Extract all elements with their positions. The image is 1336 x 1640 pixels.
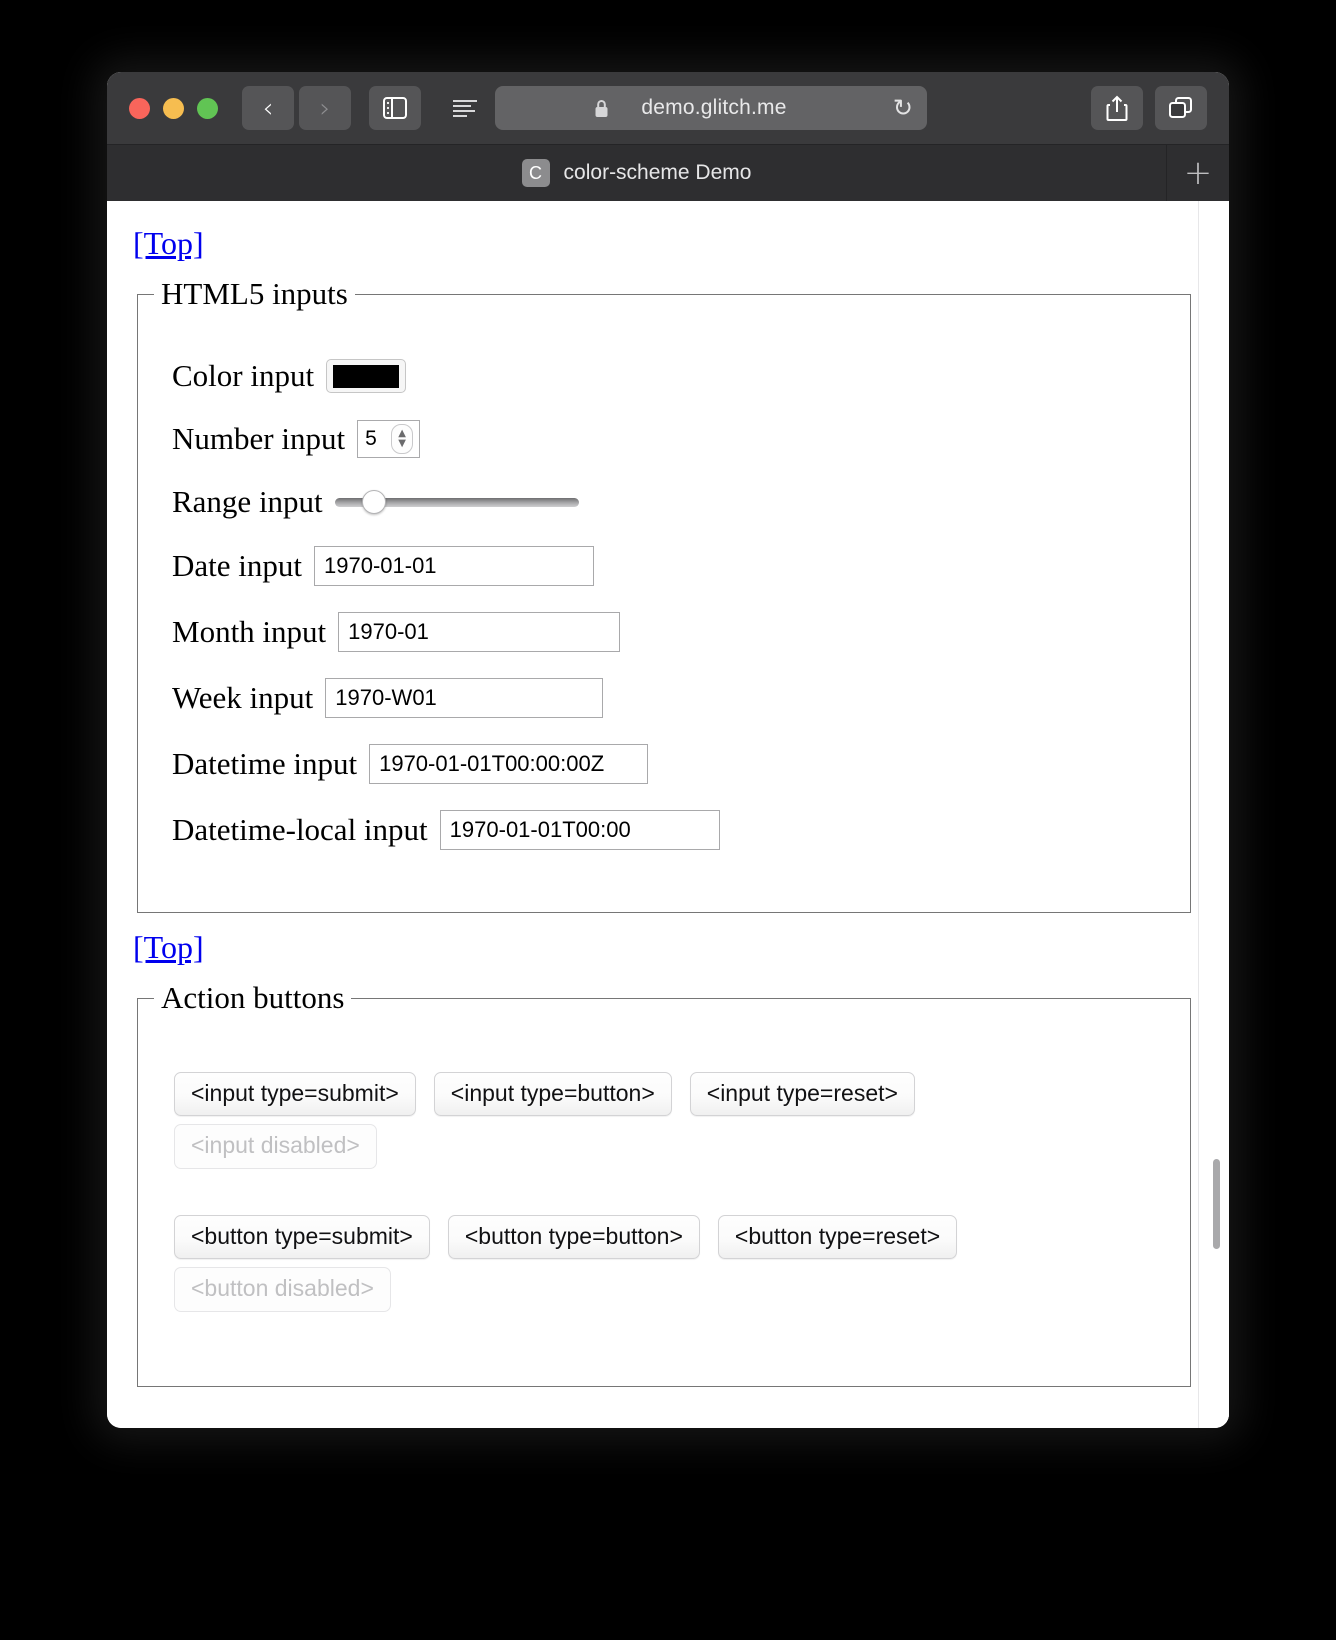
number-input-label: Number input bbox=[172, 421, 346, 456]
field-row-number: Number input 5 ▲ ▼ bbox=[172, 420, 1174, 458]
button-button-button[interactable]: <button type=button> bbox=[447, 1214, 700, 1260]
month-input-value: 1970-01 bbox=[348, 619, 429, 644]
week-input[interactable]: 1970-W01 bbox=[325, 678, 604, 718]
button-submit-button[interactable]: <button type=submit> bbox=[174, 1214, 430, 1260]
tab-bar: C color-scheme Demo + bbox=[107, 144, 1229, 201]
datetime-input-label: Datetime input bbox=[172, 746, 358, 781]
datetime-local-input-value: 1970-01-01T00:00 bbox=[449, 817, 631, 842]
navigation-buttons: ‹ › bbox=[242, 86, 351, 130]
button-reset-button[interactable]: <button type=reset> bbox=[717, 1214, 958, 1260]
field-row-date: Date input 1970-01-01 bbox=[172, 546, 1174, 586]
share-icon bbox=[1106, 95, 1128, 121]
window-controls bbox=[129, 97, 218, 119]
reload-icon[interactable]: ↻ bbox=[893, 96, 913, 120]
color-input-label: Color input bbox=[172, 358, 315, 393]
color-input[interactable] bbox=[326, 359, 407, 393]
sidebar-icon bbox=[383, 97, 407, 119]
page-scrollbar[interactable] bbox=[1198, 201, 1229, 1428]
top-anchor-link-2[interactable]: [Top] bbox=[133, 929, 204, 966]
page-viewport: [Top] HTML5 inputs Color input Number in… bbox=[107, 201, 1229, 1428]
scrollbar-thumb[interactable] bbox=[1213, 1158, 1220, 1249]
datetime-input[interactable]: 1970-01-01T00:00:00Z bbox=[369, 744, 649, 784]
stepper-down-icon: ▼ bbox=[398, 438, 406, 449]
button-disabled-row: <button disabled> bbox=[174, 1267, 1174, 1312]
tab-title: color-scheme Demo bbox=[563, 161, 752, 184]
site-favicon: C bbox=[521, 159, 550, 187]
input-disabled-button: <input disabled> bbox=[174, 1124, 377, 1169]
zoom-window-button[interactable] bbox=[197, 97, 218, 119]
sidebar-toggle-button[interactable] bbox=[369, 86, 421, 130]
action-buttons-fieldset: Action buttons <input type=submit> <inpu… bbox=[137, 980, 1191, 1387]
forward-arrow-icon: › bbox=[319, 92, 331, 124]
range-input-label: Range input bbox=[172, 484, 323, 519]
button-element-row: <button type=submit> <button type=button… bbox=[174, 1214, 1174, 1260]
close-window-button[interactable] bbox=[129, 97, 150, 119]
datetime-local-input[interactable]: 1970-01-01T00:00 bbox=[439, 810, 720, 850]
date-input[interactable]: 1970-01-01 bbox=[314, 546, 594, 586]
field-row-datetime-local: Datetime-local input 1970-01-01T00:00 bbox=[172, 810, 1174, 850]
safari-window: ‹ › demo.glitch.me ↻ C color-scheme Demo… bbox=[107, 72, 1229, 1428]
address-bar-url: demo.glitch.me bbox=[641, 96, 787, 119]
html5-inputs-legend: HTML5 inputs bbox=[161, 276, 348, 311]
share-button[interactable] bbox=[1091, 86, 1143, 130]
datetime-input-value: 1970-01-01T00:00:00Z bbox=[379, 751, 605, 776]
field-row-datetime: Datetime input 1970-01-01T00:00:00Z bbox=[172, 744, 1174, 784]
browser-tab-active[interactable]: C color-scheme Demo bbox=[107, 145, 1167, 201]
reader-icon bbox=[453, 100, 477, 117]
input-disabled-row: <input disabled> bbox=[174, 1124, 1174, 1169]
date-input-label: Date input bbox=[172, 548, 302, 583]
tabs-icon bbox=[1169, 97, 1192, 118]
toolbar-right-actions bbox=[1091, 86, 1207, 130]
field-row-range: Range input bbox=[172, 484, 1174, 520]
number-input[interactable]: 5 ▲ ▼ bbox=[357, 420, 421, 458]
datetime-local-input-label: Datetime-local input bbox=[172, 812, 428, 847]
color-swatch-chip bbox=[333, 364, 400, 388]
input-reset-button[interactable]: <input type=reset> bbox=[689, 1072, 915, 1117]
action-buttons-legend: Action buttons bbox=[161, 980, 345, 1015]
number-input-value: 5 bbox=[365, 427, 377, 450]
minimize-window-button[interactable] bbox=[163, 97, 184, 119]
forward-button[interactable]: › bbox=[299, 86, 351, 130]
date-input-value: 1970-01-01 bbox=[324, 553, 437, 578]
sidebar-toggle-group bbox=[369, 86, 421, 130]
field-row-week: Week input 1970-W01 bbox=[172, 678, 1174, 718]
input-button-button[interactable]: <input type=button> bbox=[433, 1072, 672, 1117]
week-input-value: 1970-W01 bbox=[335, 685, 437, 710]
address-bar[interactable]: demo.glitch.me ↻ bbox=[495, 86, 927, 130]
page-content: [Top] HTML5 inputs Color input Number in… bbox=[107, 201, 1229, 1387]
month-input[interactable]: 1970-01 bbox=[338, 612, 621, 652]
week-input-label: Week input bbox=[172, 680, 314, 715]
html5-inputs-fieldset: HTML5 inputs Color input Number input 5 … bbox=[137, 276, 1191, 913]
top-anchor-link-1[interactable]: [Top] bbox=[133, 225, 204, 262]
range-input[interactable] bbox=[334, 490, 579, 514]
field-row-color: Color input bbox=[172, 358, 1174, 394]
input-buttons-row: <input type=submit> <input type=button> … bbox=[174, 1072, 1174, 1117]
tab-overview-button[interactable] bbox=[1155, 86, 1207, 130]
range-thumb[interactable] bbox=[361, 490, 386, 514]
browser-toolbar: ‹ › demo.glitch.me ↻ bbox=[107, 72, 1229, 144]
new-tab-button[interactable]: + bbox=[1167, 145, 1229, 201]
field-row-month: Month input 1970-01 bbox=[172, 612, 1174, 652]
screenshot-root: ‹ › demo.glitch.me ↻ C color-scheme Demo… bbox=[0, 0, 1336, 1640]
month-input-label: Month input bbox=[172, 614, 327, 649]
back-arrow-icon: ‹ bbox=[262, 92, 274, 124]
input-submit-button[interactable]: <input type=submit> bbox=[174, 1072, 416, 1117]
reader-view-button[interactable] bbox=[439, 86, 491, 130]
number-stepper[interactable]: ▲ ▼ bbox=[391, 424, 414, 454]
button-disabled-button: <button disabled> bbox=[174, 1267, 391, 1312]
back-button[interactable]: ‹ bbox=[242, 86, 294, 130]
